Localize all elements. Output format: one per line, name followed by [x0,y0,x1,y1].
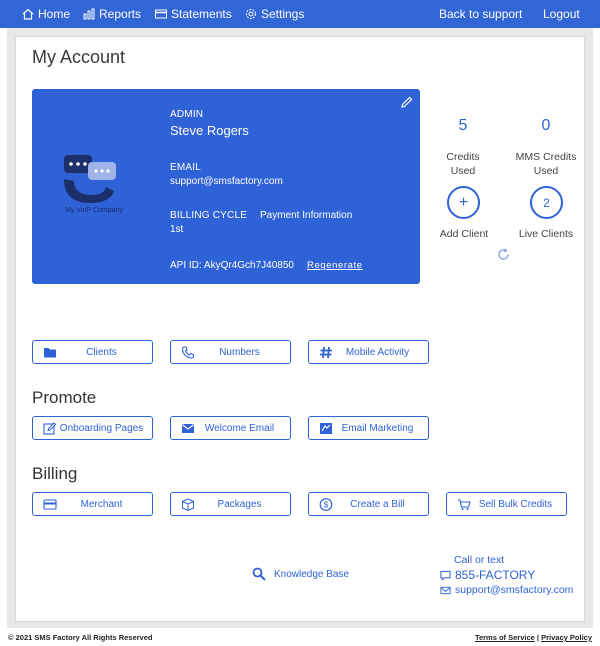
dollar-circle-icon: $ [319,498,333,511]
nav-reports[interactable]: Reports [83,0,141,28]
envelope-outline-icon [440,586,451,594]
nav-logout[interactable]: Logout [543,0,580,28]
regenerate-link[interactable]: Regenerate [307,260,363,271]
page-footer: © 2021 SMS Factory All Rights Reserved T… [0,628,600,646]
promote-heading: Promote [32,388,97,407]
live-clients-button[interactable]: 2 [530,186,563,219]
packages-button[interactable]: Packages [170,492,291,516]
knowledge-base-label: Knowledge Base [274,568,350,580]
add-client-label: Add Client [439,228,489,240]
billing-heading: Billing [32,464,78,483]
nav-home-label: Home [38,7,71,21]
mms-credits-value: 0 [541,117,551,134]
pencil-icon[interactable] [400,95,414,109]
admin-name: Steve Rogers [170,123,249,138]
bar-chart-icon [83,8,95,20]
phone-number: 855-FACTORY [455,568,536,582]
mail-bulk-icon [320,423,332,434]
admin-label: ADMIN [170,109,204,120]
credits-used-label: Credits Used [433,150,493,178]
folder-icon [44,348,56,358]
live-clients-label: Live Clients [518,228,574,240]
nav-home[interactable]: Home [22,0,70,28]
page-title: My Account [32,47,126,67]
phone-contact[interactable]: 855-FACTORY [440,568,535,582]
nav-statements-label: Statements [171,7,232,21]
svg-text:$: $ [324,501,329,510]
support-email: support@smsfactory.com [455,584,574,596]
clients-button[interactable]: Clients [32,340,153,364]
hashtag-icon [320,346,332,359]
billing-cycle-label: BILLING CYCLE [170,210,248,221]
numbers-button[interactable]: Numbers [170,340,291,364]
create-bill-button[interactable]: $ Create a Bill [308,492,429,516]
privacy-policy-link[interactable]: Privacy Policy [541,633,592,642]
terms-of-service-link[interactable]: Terms of Service [475,633,535,642]
call-or-text-label: Call or text [454,554,505,566]
top-nav: Home Reports Statements Settings Back to… [0,0,600,28]
nav-settings-label: Settings [261,7,305,21]
api-id: API ID: AkyQr4Gch7J40850 [170,260,294,271]
mms-credits-label: MMS Credits Used [506,150,586,178]
email-contact[interactable]: support@smsfactory.com [440,584,573,596]
add-client-button[interactable]: + [447,186,480,219]
footer-links: Terms of Service | Privacy Policy [475,633,592,642]
welcome-email-button[interactable]: Welcome Email [170,416,291,440]
chat-bubble-icon [440,570,451,581]
gear-icon [246,9,256,19]
cart-icon [458,499,471,510]
plus-icon: + [458,193,469,211]
logo-text: My VoIP Company [65,207,123,214]
nav-reports-label: Reports [99,7,142,21]
mms-credits-label-line2: Used [533,165,559,177]
credit-card-icon [43,499,57,510]
edit-document-icon [43,422,57,435]
copyright: © 2021 SMS Factory All Rights Reserved [8,633,153,642]
nav-settings[interactable]: Settings [245,0,304,28]
email-marketing-button[interactable]: Email Marketing [308,416,429,440]
nav-statements[interactable]: Statements [155,0,232,28]
refresh-icon[interactable] [497,248,510,261]
envelope-icon [181,424,195,433]
search-icon [252,567,266,581]
mobile-activity-button[interactable]: Mobile Activity [308,340,429,364]
credits-used-label-line2: Used [450,165,476,177]
nav-logout-label: Logout [543,7,580,21]
profile-card: My VoIP Company ADMIN Steve Rogers EMAIL… [32,89,420,284]
company-logo [64,155,116,203]
credits-used-value: 5 [458,117,468,134]
footer-separator: | [536,633,540,642]
onboarding-pages-button[interactable]: Onboarding Pages [32,416,153,440]
live-clients-count: 2 [543,195,550,210]
statement-icon [155,9,167,19]
billing-cycle-value: 1st [170,224,184,235]
email-value: support@smsfactory.com [170,176,283,187]
box-icon [182,498,194,511]
nav-back-label: Back to support [439,7,523,21]
credits-used-label-line1: Credits [446,151,480,163]
payment-information-link[interactable]: Payment Information [260,210,352,221]
email-label: EMAIL [170,162,202,173]
knowledge-base-link[interactable]: Knowledge Base [252,567,349,581]
sell-bulk-credits-button[interactable]: Sell Bulk Credits [446,492,567,516]
mms-credits-label-line1: MMS Credits [515,151,577,163]
phone-icon [181,346,195,359]
home-icon [22,8,34,20]
nav-back-to-support[interactable]: Back to support [439,0,522,28]
merchant-button[interactable]: Merchant [32,492,153,516]
